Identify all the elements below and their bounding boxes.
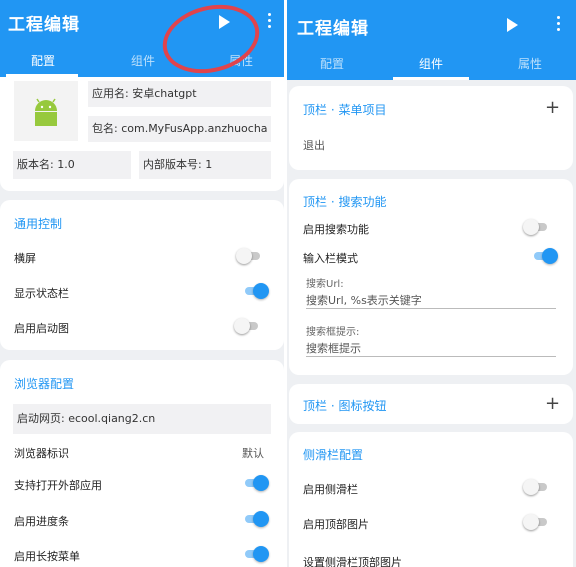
user-agent-label: 浏览器标识 (14, 447, 69, 460)
plus-icon: + (545, 393, 561, 414)
search-url-hint: 搜索Url: (306, 279, 344, 290)
set-drawer-image-label[interactable]: 设置侧滑栏顶部图片 (303, 554, 402, 567)
app-title: 工程编辑 (297, 19, 369, 39)
tab-properties[interactable]: 属性 (487, 48, 573, 80)
app-name-field[interactable]: 应用名: 安卓chatgpt (88, 81, 271, 107)
input-bar-mode-label: 输入栏模式 (303, 252, 358, 265)
landscape-switch[interactable] (236, 248, 262, 264)
open-external-switch[interactable] (243, 475, 269, 491)
app-title: 工程编辑 (8, 15, 80, 35)
more-options-button[interactable] (263, 13, 275, 33)
long-press-menu-label: 启用长按菜单 (14, 550, 80, 563)
package-name-field[interactable]: 包名: com.MyFusApp.anzhuocha (88, 116, 271, 142)
show-statusbar-switch[interactable] (243, 283, 269, 299)
progress-bar-label: 启用进度条 (14, 515, 69, 528)
enable-splash-switch[interactable] (234, 318, 260, 334)
general-control-title: 通用控制 (14, 217, 63, 231)
tab-config[interactable]: 配置 (289, 48, 375, 80)
menu-item-exit[interactable]: 退出 (303, 137, 325, 153)
menu-items-card (289, 86, 573, 170)
tab-config[interactable]: 配置 (0, 45, 86, 77)
progress-bar-switch[interactable] (243, 511, 269, 527)
user-agent-value[interactable]: 默认 (242, 445, 264, 461)
app-bar: 工程编辑 (287, 0, 576, 48)
plus-icon: + (545, 97, 561, 118)
tab-bar: 配置 组件 属性 (287, 48, 576, 80)
enable-drawer-switch[interactable] (523, 479, 549, 495)
enable-top-image-label: 启用顶部图片 (303, 518, 369, 531)
version-code-field[interactable]: 内部版本号: 1 (139, 151, 271, 179)
search-box-hint-label: 搜索框提示: (306, 327, 360, 338)
long-press-menu-switch[interactable] (243, 546, 269, 562)
add-icon-button[interactable]: + (545, 395, 560, 413)
tab-components[interactable]: 组件 (388, 48, 474, 80)
search-url-underline (306, 308, 556, 309)
search-title: 顶栏 · 搜索功能 (303, 195, 387, 209)
more-vert-icon (267, 13, 271, 16)
app-icon[interactable] (14, 81, 78, 141)
enable-splash-label: 启用启动图 (14, 322, 69, 335)
input-bar-mode-switch[interactable] (532, 248, 558, 264)
enable-search-label: 启用搜索功能 (303, 223, 369, 236)
browser-config-title: 浏览器配置 (14, 377, 75, 391)
menu-items-title: 顶栏 · 菜单项目 (303, 103, 387, 117)
show-statusbar-label: 显示状态栏 (14, 287, 69, 300)
enable-drawer-label: 启用侧滑栏 (303, 483, 358, 496)
play-icon (507, 18, 518, 32)
config-screen: 工程编辑 配置 组件 属性 应用名: 安卓chatgpt 包名: com.MyF… (0, 0, 284, 567)
drawer-config-title: 侧滑栏配置 (303, 448, 364, 462)
android-icon (35, 98, 57, 126)
more-options-button[interactable] (552, 16, 564, 36)
search-url-input[interactable]: 搜索Url, %s表示关键字 (306, 292, 422, 308)
enable-search-switch[interactable] (523, 219, 549, 235)
open-external-label: 支持打开外部应用 (14, 479, 102, 492)
landscape-label: 横屏 (14, 252, 36, 265)
screenshot-composite: 工程编辑 配置 组件 属性 应用名: 安卓chatgpt 包名: com.MyF… (0, 0, 576, 567)
components-screen: 工程编辑 配置 组件 属性 顶栏 · 菜单项目 + 退出 顶栏 · 搜索功能 启… (287, 0, 576, 567)
icon-buttons-title: 顶栏 · 图标按钮 (303, 399, 387, 413)
more-vert-icon (556, 16, 560, 19)
tab-indicator (393, 77, 469, 80)
add-menu-item-button[interactable]: + (545, 99, 560, 117)
search-box-hint-input[interactable]: 搜索框提示 (306, 340, 361, 356)
run-button[interactable] (504, 17, 520, 33)
version-name-field[interactable]: 版本名: 1.0 (13, 151, 131, 179)
search-box-underline (306, 356, 556, 357)
start-page-field[interactable]: 启动网页: ecool.qiang2.cn (13, 404, 271, 434)
enable-top-image-switch[interactable] (523, 514, 549, 530)
